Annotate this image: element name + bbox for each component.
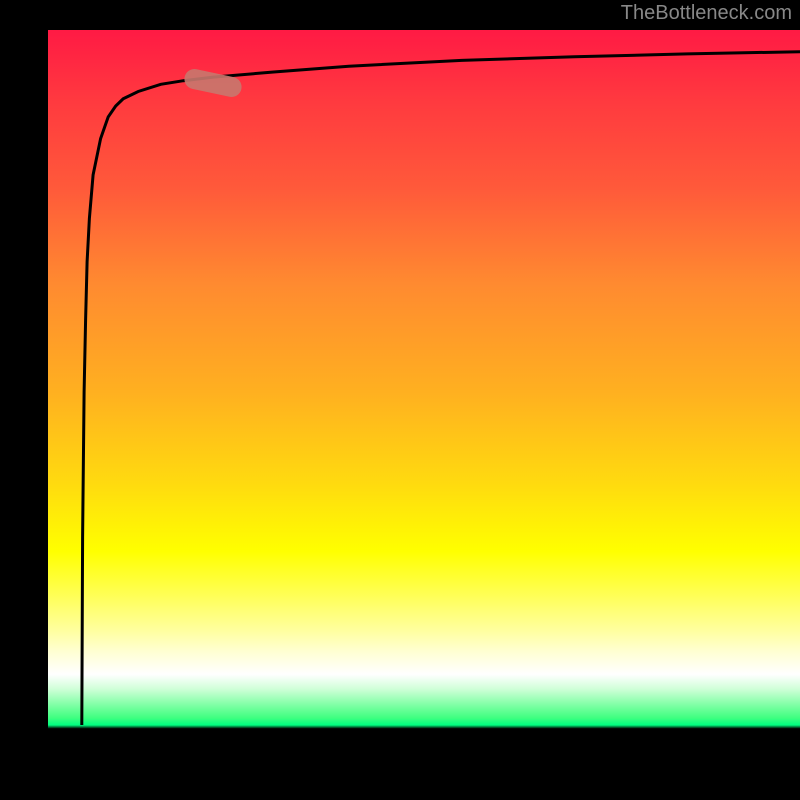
watermark-text: TheBottleneck.com [621, 2, 792, 25]
plot-area [48, 30, 800, 754]
bottleneck-curve-path [82, 52, 800, 725]
curve-svg [48, 30, 800, 754]
